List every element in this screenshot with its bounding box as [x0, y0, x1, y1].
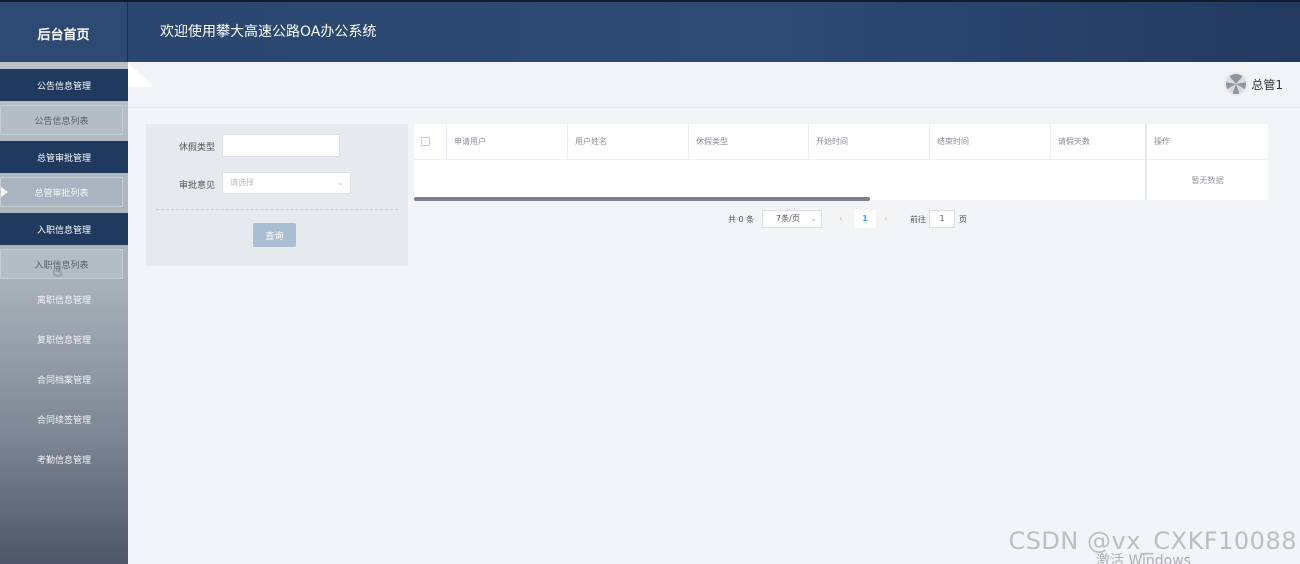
- column-header-leave-days[interactable]: 请假天数: [1050, 124, 1146, 160]
- column-header-applicant[interactable]: 申请用户: [446, 124, 567, 160]
- main-content: 总管1 休假类型 审批意见 请选择 ⌄ 查询 申请用户 用户姓名 休假类型 开始…: [128, 62, 1300, 564]
- chevron-down-icon: ⌄: [337, 178, 344, 187]
- horizontal-scrollbar[interactable]: [414, 197, 870, 201]
- windows-activation-watermark: 激活 Windows: [1096, 553, 1191, 564]
- leave-type-label: 休假类型: [179, 143, 216, 153]
- sidebar-item-reinstatement-management[interactable]: 复职信息管理: [0, 319, 128, 359]
- sidebar-item-attendance-management[interactable]: 考勤信息管理: [0, 439, 128, 479]
- username[interactable]: 总管1: [1251, 76, 1283, 93]
- divider: [156, 209, 398, 210]
- sidebar-item-notice-list[interactable]: 公告信息列表: [0, 105, 123, 135]
- sidebar-item-label: 总管审批列表: [34, 188, 89, 199]
- leave-type-input[interactable]: [222, 134, 340, 157]
- active-arrow-icon: [1, 187, 8, 197]
- approval-select-placeholder: 请选择: [230, 178, 254, 187]
- welcome-title: 欢迎使用攀大高速公路OA办公系统: [160, 24, 377, 40]
- data-table: 申请用户 用户姓名 休假类型 开始时间 结束时间 请假天数 操作 暂无数据: [414, 124, 1268, 200]
- column-header-actions: 操作: [1146, 124, 1268, 160]
- chevron-down-icon: ⌄: [810, 214, 817, 223]
- pagination-total: 共 0 条: [728, 215, 755, 224]
- prev-page-icon[interactable]: ‹: [831, 210, 851, 228]
- sidebar-item-contract-renewal-management[interactable]: 合同续签管理: [0, 399, 128, 439]
- sidebar-item-onboarding-management[interactable]: 入职信息管理: [0, 213, 128, 245]
- page-number[interactable]: 1: [854, 210, 876, 228]
- sidebar-item-resignation-management[interactable]: 离职信息管理: [0, 279, 128, 319]
- search-panel: 休假类型 审批意见 请选择 ⌄ 查询: [146, 124, 408, 266]
- avatar-icon[interactable]: [1224, 72, 1248, 96]
- goto-page-input[interactable]: 1: [929, 210, 955, 228]
- approval-select[interactable]: 请选择 ⌄: [222, 172, 351, 194]
- goto-label: 前往: [910, 215, 926, 224]
- sidebar: 公告信息管理 公告信息列表 总管审批管理 总管审批列表 入职信息管理 入职信息列…: [0, 62, 128, 564]
- page-word: 页: [959, 215, 967, 224]
- table-header: 申请用户 用户姓名 休假类型 开始时间 结束时间 请假天数 操作: [414, 124, 1268, 160]
- next-page-icon[interactable]: ›: [876, 210, 896, 228]
- column-header-user-name[interactable]: 用户姓名: [567, 124, 688, 160]
- top-header: 后台首页 欢迎使用攀大高速公路OA办公系统: [0, 0, 1300, 64]
- empty-text: 暂无数据: [1146, 160, 1268, 200]
- page-size-select[interactable]: 7条/页 ⌄: [762, 210, 822, 228]
- approval-label: 审批意见: [179, 181, 216, 191]
- sidebar-item-approval-list[interactable]: 总管审批列表: [0, 177, 123, 207]
- user-bar: 总管1: [128, 62, 1300, 108]
- page-size-value: 7条/页: [776, 214, 800, 223]
- column-header-leave-type[interactable]: 休假类型: [688, 124, 808, 160]
- sidebar-item-contract-archive-management[interactable]: 合同档案管理: [0, 359, 128, 399]
- page-fold-corner: [128, 62, 154, 87]
- query-button[interactable]: 查询: [253, 223, 296, 247]
- home-link[interactable]: 后台首页: [0, 2, 128, 64]
- column-header-end-time[interactable]: 结束时间: [929, 124, 1050, 160]
- select-all-checkbox[interactable]: [421, 137, 430, 146]
- sidebar-item-notice-management[interactable]: 公告信息管理: [0, 69, 128, 101]
- hand-cursor-icon: ☝: [53, 262, 63, 280]
- fixed-column-divider: [1145, 124, 1146, 200]
- column-header-start-time[interactable]: 开始时间: [808, 124, 929, 160]
- sidebar-item-approval-management[interactable]: 总管审批管理: [0, 141, 128, 173]
- table-body: 暂无数据: [414, 160, 1268, 200]
